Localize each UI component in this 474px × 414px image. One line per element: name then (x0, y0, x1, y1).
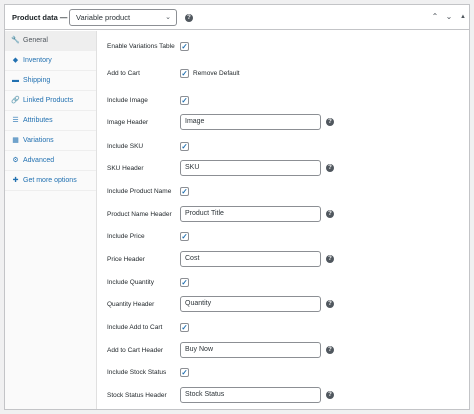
inventory-tag-icon: ◆ (12, 57, 19, 64)
move-down-icon[interactable]: ⌄ (443, 12, 455, 21)
field-label: Quantity Header (107, 301, 155, 308)
help-icon[interactable]: ? (326, 391, 334, 399)
field-label: Include Image (107, 97, 148, 104)
tab-label: Linked Products (23, 97, 74, 104)
tab-label: Shipping (23, 77, 51, 84)
field-include-quantity: Include Quantity ✓ (98, 273, 469, 293)
product-name-header-input[interactable]: Product Title (180, 206, 321, 222)
field-label: Include Price (107, 233, 145, 240)
list-icon: ☰ (12, 117, 19, 124)
field-price-header: Price Header Cost ? (98, 250, 469, 270)
tab-label: Advanced (23, 157, 55, 164)
help-icon[interactable]: ? (326, 118, 334, 126)
enable-variations-checkbox[interactable]: ✓ (180, 42, 189, 51)
product-type-value: Variable product (76, 13, 131, 22)
field-label: Product Name Header (107, 211, 172, 218)
field-label: Include Stock Status (107, 369, 167, 376)
include-add-to-cart-checkbox[interactable]: ✓ (180, 323, 189, 332)
field-quantity-header: Quantity Header Quantity ? (98, 295, 469, 315)
tab-get-more-options[interactable]: ✚ Get more options (5, 171, 96, 191)
gear-icon: ⚙ (12, 157, 19, 164)
chevron-down-icon: ⌄ (165, 14, 171, 21)
field-include-sku: Include SKU ✓ (98, 137, 469, 157)
field-label: Include Quantity (107, 279, 154, 286)
field-enable-variations-table: Enable Variations Table ✓ (98, 37, 469, 57)
field-label: Price Header (107, 256, 145, 263)
field-label: Stock Status Header (107, 392, 167, 399)
tab-label: Variations (23, 137, 54, 144)
field-stock-status-header: Stock Status Header Stock Status ? (98, 386, 469, 406)
field-include-stock-status: Include Stock Status ✓ (98, 363, 469, 383)
tab-shipping[interactable]: ▬ Shipping (5, 71, 96, 91)
help-icon[interactable]: ? (326, 164, 334, 172)
field-add-to-cart: Add to Cart ✓ Remove Default (98, 64, 469, 84)
tab-attributes[interactable]: ☰ Attributes (5, 111, 96, 131)
include-price-checkbox[interactable]: ✓ (180, 232, 189, 241)
collapse-toggle-icon[interactable]: ▲ (457, 14, 469, 20)
field-label: Enable Variations Table (107, 43, 175, 50)
field-include-price: Include Price ✓ (98, 227, 469, 247)
product-data-tabs: 🔧 General ◆ Inventory ▬ Shipping 🔗 Linked Pr… (5, 31, 97, 409)
move-up-icon[interactable]: ⌃ (429, 12, 441, 21)
field-product-name-header: Product Name Header Product Title ? (98, 205, 469, 225)
include-stock-status-checkbox[interactable]: ✓ (180, 368, 189, 377)
tab-general[interactable]: 🔧 General (5, 31, 96, 51)
remove-default-checkbox[interactable]: ✓ (180, 69, 189, 78)
product-data-panel: Product data — Variable product ⌄ ? ⌃ ⌄ … (4, 4, 470, 410)
help-icon[interactable]: ? (326, 346, 334, 354)
product-type-select[interactable]: Variable product ⌄ (69, 9, 177, 26)
field-label: SKU Header (107, 165, 144, 172)
tab-inventory[interactable]: ◆ Inventory (5, 51, 96, 71)
grid-icon: ▦ (12, 137, 19, 144)
include-image-checkbox[interactable]: ✓ (180, 96, 189, 105)
include-sku-checkbox[interactable]: ✓ (180, 142, 189, 151)
tab-variations[interactable]: ▦ Variations (5, 131, 96, 151)
remove-default-label: Remove Default (193, 70, 240, 77)
general-settings: Enable Variations Table ✓ Add to Cart ✓ … (98, 31, 469, 409)
price-header-input[interactable]: Cost (180, 251, 321, 267)
field-add-to-cart-header: Add to Cart Header Buy Now ? (98, 341, 469, 361)
quantity-header-input[interactable]: Quantity (180, 296, 321, 312)
image-header-input[interactable]: Image (180, 114, 321, 130)
include-quantity-checkbox[interactable]: ✓ (180, 278, 189, 287)
panel-title: Product data — (12, 13, 68, 22)
tab-label: Get more options (23, 177, 77, 184)
tab-label: Inventory (23, 57, 52, 64)
field-include-add-to-cart: Include Add to Cart ✓ (98, 318, 469, 338)
link-icon: 🔗 (11, 97, 20, 104)
field-label: Add to Cart (107, 70, 140, 77)
field-include-image: Include Image ✓ (98, 91, 469, 111)
field-label: Include Product Name (107, 188, 172, 195)
field-label: Add to Cart Header (107, 347, 164, 354)
truck-icon: ▬ (12, 77, 19, 84)
tab-linked-products[interactable]: 🔗 Linked Products (5, 91, 96, 111)
panel-header: Product data — Variable product ⌄ ? ⌃ ⌄ … (5, 5, 469, 30)
wrench-icon: 🔧 (11, 37, 20, 44)
tab-label: General (23, 37, 48, 44)
plugin-icon: ✚ (12, 177, 19, 184)
help-icon[interactable]: ? (326, 300, 334, 308)
field-sku-header: SKU Header SKU ? (98, 159, 469, 179)
help-icon[interactable]: ? (185, 14, 193, 22)
field-image-header: Image Header Image ? (98, 113, 469, 133)
tab-advanced[interactable]: ⚙ Advanced (5, 151, 96, 171)
stock-status-header-input[interactable]: Stock Status (180, 387, 321, 403)
field-label: Image Header (107, 119, 149, 126)
include-product-name-checkbox[interactable]: ✓ (180, 187, 189, 196)
tab-label: Attributes (23, 117, 53, 124)
help-icon[interactable]: ? (326, 210, 334, 218)
sku-header-input[interactable]: SKU (180, 160, 321, 176)
field-label: Include Add to Cart (107, 324, 163, 331)
field-include-product-name: Include Product Name ✓ (98, 182, 469, 202)
add-to-cart-header-input[interactable]: Buy Now (180, 342, 321, 358)
field-label: Include SKU (107, 143, 144, 150)
help-icon[interactable]: ? (326, 255, 334, 263)
